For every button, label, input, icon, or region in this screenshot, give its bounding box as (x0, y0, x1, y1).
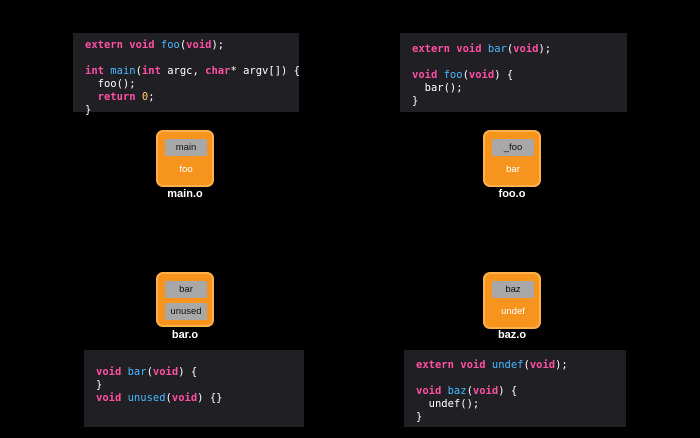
code-token: bar (127, 366, 147, 378)
code-token: extern (85, 39, 130, 51)
code-token: void (171, 392, 198, 404)
code-token: void (513, 43, 539, 55)
undefined-symbol-bar: bar (506, 164, 520, 175)
code-token: ) { (498, 385, 518, 397)
code-line: void baz(void) { (416, 385, 614, 398)
code-panel-foo: extern void bar(void); void foo(void) { b… (400, 33, 627, 112)
defined-symbol-baz: baz (492, 281, 534, 298)
code-token: } (85, 104, 92, 116)
code-token: void (460, 359, 492, 371)
code-line: void unused(void) {} (96, 392, 292, 405)
code-token: } (412, 95, 419, 107)
code-token: ) { (494, 69, 514, 81)
code-token: undef(); (416, 398, 480, 410)
object-file-bar: bar unused (156, 272, 214, 327)
object-label-bar: bar.o (171, 329, 199, 341)
code-token: void (96, 392, 128, 404)
code-token: void (472, 385, 499, 397)
code-token: char (205, 65, 231, 77)
code-token: unused (127, 392, 166, 404)
object-label-baz: baz.o (497, 329, 527, 341)
code-token: argc, (167, 65, 206, 77)
code-token: void (152, 366, 179, 378)
code-token: bar(); (412, 82, 463, 94)
code-token: * argv[]) { (230, 65, 300, 77)
code-line: void bar(void) { (96, 366, 292, 379)
object-file-main: main foo (156, 130, 214, 187)
code-panel-baz: extern void undef(void); void baz(void) {… (404, 350, 626, 427)
code-token: ) { (178, 366, 198, 378)
code-line: } (85, 104, 287, 117)
code-token: } (416, 411, 423, 423)
code-token: int (141, 65, 168, 77)
code-token: return (97, 91, 142, 103)
code-panel-main: extern void foo(void); int main(int argc,… (73, 33, 300, 116)
defined-symbol-main: main (165, 139, 207, 156)
code-line: } (96, 379, 292, 392)
object-label-foo: foo.o (498, 188, 526, 200)
code-token: } (96, 379, 103, 391)
code-token: foo (443, 69, 463, 81)
code-token: ) {} (197, 392, 223, 404)
code-token: void (412, 69, 444, 81)
code-token: void (468, 69, 495, 81)
code-line: extern void undef(void); (416, 359, 614, 372)
code-token: foo(); (85, 78, 136, 90)
undefined-symbol-undef: undef (501, 306, 525, 317)
code-line: extern void bar(void); (412, 43, 615, 56)
code-token: void (529, 359, 556, 371)
code-token: void (416, 385, 448, 397)
code-line: bar(); (412, 82, 615, 95)
code-token: baz (447, 385, 467, 397)
code-token: ); (538, 43, 552, 55)
code-panel-bar: void bar(void) {} void unused(void) {} (84, 350, 304, 427)
object-file-foo: _foo bar (483, 130, 541, 187)
code-token: void (129, 39, 161, 51)
code-token: extern (412, 43, 457, 55)
object-file-baz: baz undef (483, 272, 541, 329)
code-line: void foo(void) { (412, 69, 615, 82)
code-line: undef(); (416, 398, 614, 411)
defined-symbol-unused: unused (165, 303, 207, 320)
code-token: ; (148, 91, 155, 103)
code-token: undef (491, 359, 524, 371)
code-token: void (456, 43, 488, 55)
code-token: ); (555, 359, 568, 371)
code-token: foo (160, 39, 180, 51)
code-line: return 0; (85, 91, 287, 104)
code-token: main (110, 65, 136, 77)
code-token: void (186, 39, 212, 51)
code-token: void (96, 366, 128, 378)
code-line: } (416, 411, 614, 424)
code-line: int main(int argc, char* argv[]) { (85, 65, 300, 78)
code-token: bar (487, 43, 507, 55)
code-line: foo(); (85, 78, 287, 91)
object-label-main: main.o (167, 188, 203, 200)
defined-symbol-bar: bar (165, 281, 207, 298)
code-token: int (85, 65, 111, 77)
code-line: extern void foo(void); (85, 39, 287, 52)
defined-symbol-foo: _foo (492, 139, 534, 156)
code-token: extern (416, 359, 461, 371)
code-token: ); (211, 39, 225, 51)
code-line: } (412, 95, 615, 108)
undefined-symbol-foo: foo (179, 164, 193, 175)
